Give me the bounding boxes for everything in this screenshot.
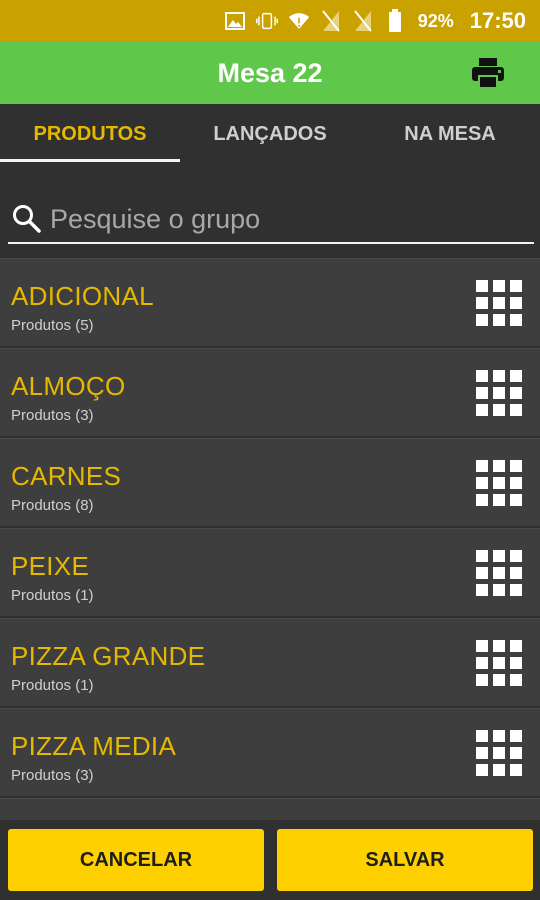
battery-percent: 92% — [417, 10, 454, 31]
search-bar — [8, 196, 534, 244]
wifi-icon — [288, 10, 310, 32]
group-count: Produtos (5) — [11, 317, 94, 334]
list-item[interactable]: PIZZA GRANDE Produtos (1) — [0, 618, 540, 706]
grid-icon[interactable] — [476, 730, 522, 776]
group-name: CARNES — [11, 461, 122, 491]
tab-bar: PRODUTOS LANÇADOS NA MESA — [0, 104, 540, 164]
grid-icon[interactable] — [476, 460, 522, 506]
grid-icon[interactable] — [476, 280, 522, 326]
grid-icon[interactable] — [476, 640, 522, 686]
tab-na-mesa[interactable]: NA MESA — [360, 104, 540, 164]
bottom-bar: CANCELAR SALVAR — [0, 820, 540, 900]
list-item[interactable]: ALMOÇO Produtos (3) — [0, 348, 540, 436]
group-count: Produtos (3) — [11, 767, 94, 784]
search-icon — [12, 202, 46, 236]
list-item[interactable] — [0, 798, 540, 820]
list-item[interactable]: CARNES Produtos (8) — [0, 438, 540, 526]
group-name: PIZZA MEDIA — [11, 731, 177, 761]
battery-icon — [384, 9, 406, 32]
search-input[interactable] — [46, 203, 534, 235]
cancel-button[interactable]: CANCELAR — [8, 829, 264, 891]
app-bar: Mesa 22 — [0, 42, 540, 104]
group-count: Produtos (8) — [11, 497, 94, 514]
save-button[interactable]: SALVAR — [277, 829, 533, 891]
group-name: ALMOÇO — [11, 371, 126, 401]
group-name: PEIXE — [11, 551, 90, 581]
list-item[interactable]: PEIXE Produtos (1) — [0, 528, 540, 616]
vibrate-icon — [255, 10, 278, 32]
list-item[interactable]: PIZZA MEDIA Produtos (3) — [0, 708, 540, 796]
grid-icon[interactable] — [476, 370, 522, 416]
no-sim-icon — [352, 10, 374, 32]
status-bar: 92% 17:50 — [0, 0, 540, 42]
tab-produtos[interactable]: PRODUTOS — [0, 104, 180, 164]
printer-icon[interactable] — [470, 56, 506, 90]
group-list: ADICIONAL Produtos (5) ALMOÇO Produtos (… — [0, 258, 540, 820]
clock: 17:50 — [469, 8, 526, 33]
no-sim-icon — [320, 10, 342, 32]
group-name: PIZZA GRANDE — [11, 641, 206, 671]
group-count: Produtos (1) — [11, 587, 94, 604]
group-name: ADICIONAL — [11, 281, 154, 311]
page-title: Mesa 22 — [217, 57, 323, 88]
grid-icon[interactable] — [476, 550, 522, 596]
image-icon — [224, 10, 246, 32]
group-count: Produtos (1) — [11, 677, 94, 694]
tab-lancados[interactable]: LANÇADOS — [180, 104, 360, 164]
list-item[interactable]: ADICIONAL Produtos (5) — [0, 258, 540, 346]
group-count: Produtos (3) — [11, 407, 94, 424]
